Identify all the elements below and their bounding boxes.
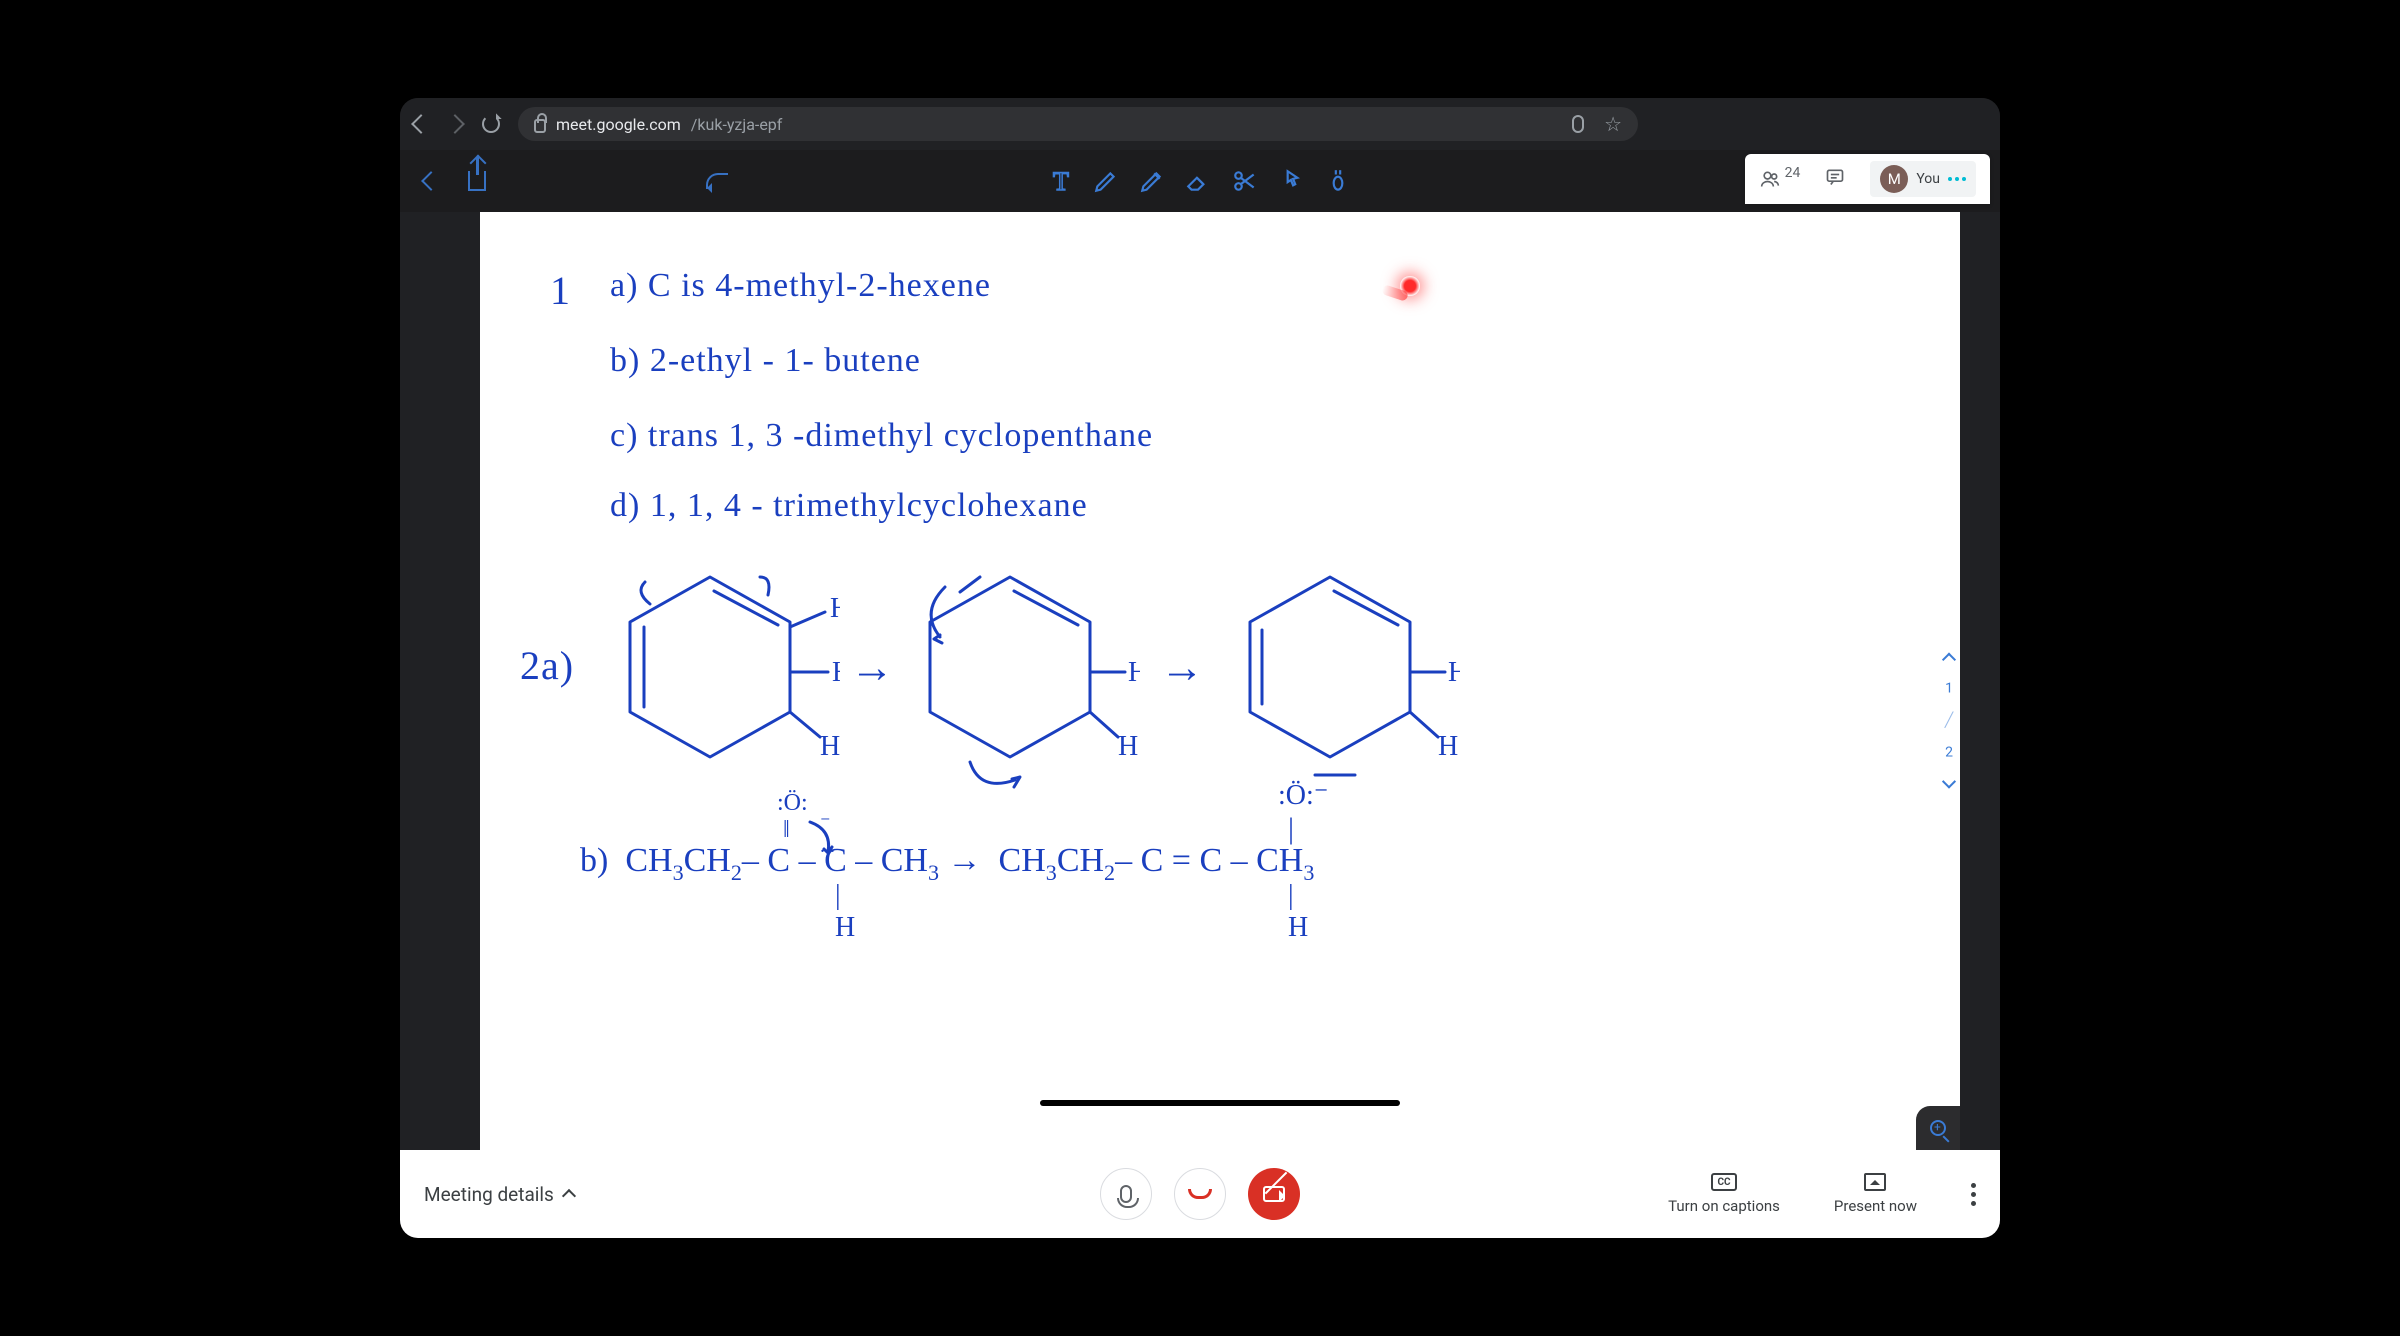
participants-button[interactable]: 24 bbox=[1759, 169, 1801, 189]
structure-1: H H H bbox=[610, 557, 840, 797]
svg-text:T: T bbox=[1053, 168, 1069, 194]
present-icon bbox=[1864, 1173, 1886, 1191]
answer-1d: d) 1, 1, 4 - trimethylcyclohexane bbox=[610, 487, 1088, 525]
more-options-button[interactable] bbox=[1971, 1183, 1976, 1206]
hangup-icon bbox=[1188, 1189, 1212, 1199]
page-current: 1 bbox=[1945, 681, 1953, 697]
oxygen-label-2: :Ö:⁻| bbox=[1278, 778, 1329, 846]
structure-2: H H bbox=[900, 557, 1140, 817]
page-total: 2 bbox=[1945, 745, 1953, 761]
question-2a-label: 2a) bbox=[520, 642, 574, 689]
url-path: /kuk-yzja-epf bbox=[691, 115, 783, 134]
drawing-tools: T bbox=[1049, 168, 1351, 194]
voice-search-icon[interactable] bbox=[1572, 115, 1584, 133]
camera-off-button[interactable] bbox=[1248, 1168, 1300, 1220]
pointer-tool-icon[interactable] bbox=[1279, 168, 1305, 194]
curved-arrow bbox=[800, 817, 850, 857]
reaction-arrow-1: → bbox=[850, 642, 895, 693]
page-navigator[interactable]: 1 ╱ 2 bbox=[1944, 655, 1954, 787]
audio-indicator-icon bbox=[1948, 177, 1966, 181]
browser-toolbar: meet.google.com/kuk-yzja-epf ☆ bbox=[400, 98, 2000, 150]
ipad-home-indicator bbox=[1040, 1100, 1400, 1106]
svg-text:H: H bbox=[820, 731, 840, 762]
share-icon[interactable] bbox=[468, 171, 486, 191]
h-below-right: |H bbox=[1288, 880, 1308, 944]
undo-icon[interactable] bbox=[706, 173, 728, 189]
svg-text:H: H bbox=[1448, 657, 1460, 688]
whiteboard-canvas[interactable]: 1 a) C is 4-methyl-2-hexene b) 2-ethyl -… bbox=[480, 212, 1960, 1150]
svg-text:H: H bbox=[1438, 731, 1458, 762]
pencil-tool-icon[interactable] bbox=[1139, 168, 1165, 194]
camera-off-icon bbox=[1263, 1186, 1285, 1202]
bookmark-star-icon[interactable]: ☆ bbox=[1604, 112, 1622, 136]
lock-icon bbox=[534, 119, 546, 133]
structure-3: H H bbox=[1220, 557, 1460, 807]
eraser-tool-icon[interactable] bbox=[1185, 168, 1211, 194]
cc-icon: CC bbox=[1711, 1173, 1737, 1191]
pen-tool-icon[interactable] bbox=[1093, 168, 1119, 194]
laser-pointer-dot bbox=[1400, 276, 1420, 296]
meet-bottom-bar: Meeting details CC Turn on captions Pres… bbox=[400, 1150, 2000, 1238]
h-below-left: |H bbox=[835, 880, 855, 944]
svg-text:H: H bbox=[832, 657, 840, 688]
back-chevron-icon[interactable] bbox=[421, 171, 441, 191]
chevron-up-icon bbox=[562, 1189, 576, 1203]
forward-icon[interactable] bbox=[445, 114, 465, 134]
mic-icon bbox=[1120, 1185, 1132, 1203]
leave-call-button[interactable] bbox=[1174, 1168, 1226, 1220]
svg-text:H: H bbox=[830, 593, 840, 624]
captions-button[interactable]: CC Turn on captions bbox=[1668, 1173, 1780, 1215]
svg-text:H: H bbox=[1128, 657, 1140, 688]
mute-mic-button[interactable] bbox=[1100, 1168, 1152, 1220]
answer-2b: b) CH3CH2– C – C – CH3 → CH3CH2– C = C –… bbox=[580, 842, 1314, 880]
participant-count: 24 bbox=[1785, 165, 1801, 181]
you-label: You bbox=[1916, 171, 1940, 187]
self-tile[interactable]: M You bbox=[1870, 161, 1976, 197]
text-tool-icon[interactable]: T bbox=[1049, 168, 1073, 194]
browser-window: meet.google.com/kuk-yzja-epf ☆ 24 M You bbox=[400, 98, 2000, 1238]
magnifier-icon bbox=[1930, 1120, 1946, 1136]
meeting-details-button[interactable]: Meeting details bbox=[424, 1183, 574, 1206]
url-domain: meet.google.com bbox=[556, 115, 681, 134]
page-up-icon[interactable] bbox=[1942, 653, 1956, 667]
chat-button[interactable] bbox=[1824, 167, 1846, 191]
answer-1c: c) trans 1, 3 -dimethyl cyclopenthane bbox=[610, 417, 1153, 455]
laser-tool-icon[interactable] bbox=[1325, 168, 1351, 194]
answer-1a: a) C is 4-methyl-2-hexene bbox=[610, 267, 991, 305]
meet-header-controls: 24 M You bbox=[1745, 154, 1990, 204]
question-number: 1 bbox=[550, 267, 571, 314]
svg-text:H: H bbox=[1118, 731, 1138, 762]
back-icon[interactable] bbox=[411, 114, 431, 134]
avatar: M bbox=[1880, 165, 1908, 193]
scissors-tool-icon[interactable] bbox=[1231, 168, 1259, 194]
zoom-button[interactable] bbox=[1916, 1106, 1960, 1150]
present-now-button[interactable]: Present now bbox=[1834, 1173, 1917, 1215]
reload-icon[interactable] bbox=[482, 115, 500, 133]
url-bar[interactable]: meet.google.com/kuk-yzja-epf ☆ bbox=[518, 107, 1638, 141]
page-down-icon[interactable] bbox=[1942, 775, 1956, 789]
reaction-arrow-2: → bbox=[1160, 642, 1205, 693]
answer-1b: b) 2-ethyl - 1- butene bbox=[610, 342, 921, 380]
